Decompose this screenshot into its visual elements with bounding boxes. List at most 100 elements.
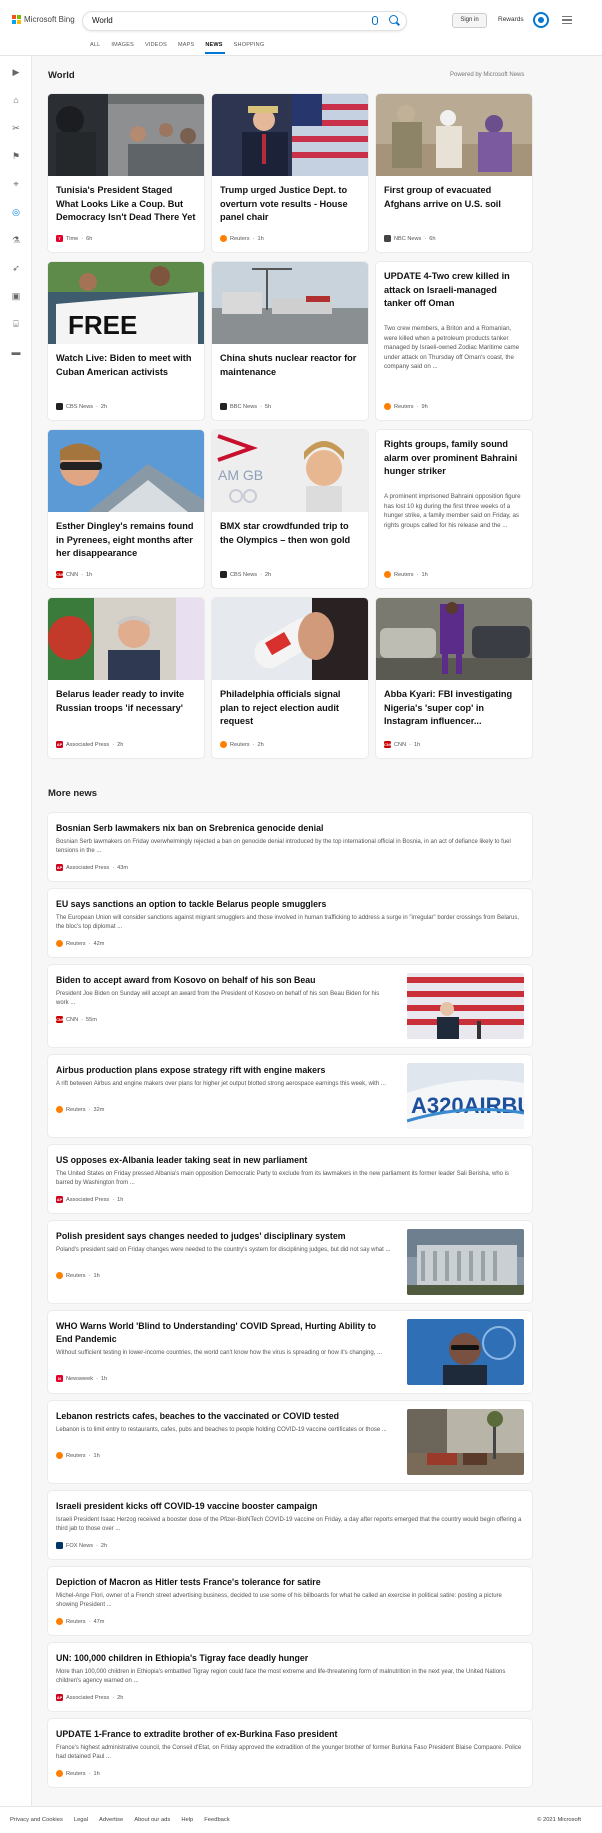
news-source: CNN CNN · 1h	[384, 741, 421, 748]
news-title[interactable]: Depiction of Macron as Hitler tests Fran…	[56, 1576, 524, 1589]
feedback-link[interactable]: Feedback	[204, 1817, 229, 1823]
source-name: Reuters	[66, 1106, 86, 1113]
flag-icon[interactable]: ⚑	[10, 150, 22, 162]
news-card[interactable]: Belarus leader ready to invite Russian t…	[48, 598, 204, 758]
location-icon[interactable]: ⌖	[10, 178, 22, 190]
news-title[interactable]: EU says sanctions an option to tackle Be…	[56, 898, 524, 911]
list-item[interactable]: EU says sanctions an option to tackle Be…	[48, 889, 532, 957]
home-icon[interactable]: ⌂	[10, 94, 22, 106]
news-card[interactable]: Rights groups, family sound alarm over p…	[376, 430, 532, 588]
list-item[interactable]: Bosnian Serb lawmakers nix ban on Srebre…	[48, 813, 532, 881]
news-title[interactable]: UPDATE 4-Two crew killed in attack on Is…	[384, 270, 524, 311]
list-item[interactable]: Polish president says changes needed to …	[48, 1221, 532, 1303]
rewards-icon[interactable]	[533, 12, 549, 28]
tab-images[interactable]: IMAGES	[109, 40, 143, 53]
list-item[interactable]: Depiction of Macron as Hitler tests Fran…	[48, 1567, 532, 1635]
news-title[interactable]: Philadelphia officials signal plan to re…	[220, 688, 360, 729]
list-item[interactable]: US opposes ex-Albania leader taking seat…	[48, 1145, 532, 1213]
advertise-link[interactable]: Advertise	[99, 1817, 123, 1823]
news-title[interactable]: First group of evacuated Afghans arrive …	[384, 184, 524, 211]
section-title[interactable]: World	[48, 70, 75, 81]
news-title[interactable]: Bosnian Serb lawmakers nix ban on Srebre…	[56, 822, 524, 835]
news-title[interactable]: Watch Live: Biden to meet with Cuban Ame…	[56, 352, 196, 379]
age: 1h	[414, 741, 421, 748]
news-snippet: Without sufficient testing in lower-inco…	[56, 1350, 383, 1356]
news-title[interactable]: US opposes ex-Albania leader taking seat…	[56, 1154, 524, 1167]
list-item[interactable]: Airbus production plans expose strategy …	[48, 1055, 532, 1137]
news-card[interactable]: Esther Dingley's remains found in Pyrene…	[48, 430, 204, 588]
list-item[interactable]: Israeli president kicks off COVID-19 vac…	[48, 1491, 532, 1559]
reuters-logo-icon	[56, 1452, 63, 1459]
bing-logo[interactable]: Microsoft Bing	[12, 15, 75, 24]
news-title[interactable]: Biden to accept award from Kosovo on beh…	[56, 974, 392, 987]
tab-shopping[interactable]: SHOPPING	[232, 40, 274, 53]
copyright: © 2021 Microsoft	[537, 1817, 581, 1823]
news-title[interactable]: Tunisia's President Staged What Looks Li…	[56, 184, 196, 225]
news-title[interactable]: Esther Dingley's remains found in Pyrene…	[56, 520, 196, 561]
news-title[interactable]: Israeli president kicks off COVID-19 vac…	[56, 1500, 524, 1513]
news-title[interactable]: Belarus leader ready to invite Russian t…	[56, 688, 196, 715]
tab-maps[interactable]: MAPS	[176, 40, 203, 53]
privacy-link[interactable]: Privacy and Cookies	[10, 1817, 63, 1823]
list-item[interactable]: WHO Warns World 'Blind to Understanding'…	[48, 1311, 532, 1393]
list-item[interactable]: Lebanon restricts cafes, beaches to the …	[48, 1401, 532, 1483]
news-title[interactable]: Airbus production plans expose strategy …	[56, 1064, 392, 1077]
tab-all[interactable]: ALL	[88, 40, 109, 53]
news-thumbnail	[407, 1409, 524, 1475]
tab-news[interactable]: NEWS	[203, 40, 231, 54]
news-title[interactable]: Rights groups, family sound alarm over p…	[384, 438, 524, 479]
microphone-icon[interactable]	[372, 16, 378, 25]
tab-videos[interactable]: VIDEOS	[143, 40, 176, 53]
news-title[interactable]: UPDATE 1-France to extradite brother of …	[56, 1728, 524, 1741]
news-card[interactable]: Trump urged Justice Dept. to overturn vo…	[212, 94, 368, 252]
entertainment-icon[interactable]: ▣	[10, 290, 22, 302]
sign-in-button[interactable]: Sign in	[452, 13, 487, 28]
list-item[interactable]: UN: 100,000 children in Ethiopia's Tigra…	[48, 1643, 532, 1711]
money-icon[interactable]: ▬	[10, 346, 22, 358]
reuters-logo-icon	[384, 571, 391, 578]
search-icon[interactable]	[389, 15, 398, 24]
news-title[interactable]: Polish president says changes needed to …	[56, 1230, 392, 1243]
age: 43m	[117, 864, 128, 871]
expand-icon[interactable]: ▶	[10, 66, 22, 78]
news-title[interactable]: BMX star crowdfunded trip to the Olympic…	[220, 520, 360, 547]
more-news-title: More news	[48, 788, 98, 799]
list-item[interactable]: UPDATE 1-France to extradite brother of …	[48, 1719, 532, 1787]
rocket-icon[interactable]: ➶	[10, 262, 22, 274]
news-card[interactable]: Tunisia's President Staged What Looks Li…	[48, 94, 204, 252]
news-title[interactable]: UN: 100,000 children in Ethiopia's Tigra…	[56, 1652, 524, 1665]
ap-logo-icon: AP	[56, 864, 63, 871]
news-source: CNN CNN · 1h	[56, 571, 93, 578]
help-link[interactable]: Help	[181, 1817, 193, 1823]
news-card[interactable]: AM GB BMX star crowdfunded trip to the O…	[212, 430, 368, 588]
nbc-logo-icon	[384, 235, 391, 242]
rewards-link[interactable]: Rewards	[498, 16, 524, 23]
news-title[interactable]: Lebanon restricts cafes, beaches to the …	[56, 1410, 392, 1423]
news-title[interactable]: Trump urged Justice Dept. to overturn vo…	[220, 184, 360, 225]
tools-icon[interactable]: ✂	[10, 122, 22, 134]
about-ads-link[interactable]: About our ads	[134, 1817, 170, 1823]
building-icon[interactable]: ⌸	[10, 318, 22, 330]
news-card[interactable]: UPDATE 4-Two crew killed in attack on Is…	[376, 262, 532, 420]
science-icon[interactable]: ⚗	[10, 234, 22, 246]
powered-by: Powered by Microsoft News	[450, 72, 525, 78]
news-card[interactable]: Abba Kyari: FBI investigating Nigeria's …	[376, 598, 532, 758]
menu-icon[interactable]	[562, 16, 572, 24]
news-thumbnail	[407, 1229, 524, 1295]
news-title[interactable]: China shuts nuclear reactor for maintena…	[220, 352, 360, 379]
news-title[interactable]: WHO Warns World 'Blind to Understanding'…	[56, 1320, 392, 1345]
news-card[interactable]: Philadelphia officials signal plan to re…	[212, 598, 368, 758]
news-title[interactable]: Abba Kyari: FBI investigating Nigeria's …	[384, 688, 524, 729]
news-card[interactable]: FREE Watch Live: Biden to meet with Cuba…	[48, 262, 204, 420]
age: 2h	[100, 1542, 108, 1549]
search-input[interactable]: World	[82, 11, 407, 31]
news-source: Reuters · 2h	[220, 741, 264, 748]
news-image	[376, 94, 532, 176]
news-card[interactable]: China shuts nuclear reactor for maintena…	[212, 262, 368, 420]
legal-link[interactable]: Legal	[74, 1817, 88, 1823]
news-card[interactable]: First group of evacuated Afghans arrive …	[376, 94, 532, 252]
search-query[interactable]: World	[92, 16, 113, 25]
globe-icon[interactable]: ◎	[10, 206, 22, 218]
news-snippet: The United States on Friday pressed Alba…	[56, 1171, 510, 1187]
list-item[interactable]: Biden to accept award from Kosovo on beh…	[48, 965, 532, 1047]
